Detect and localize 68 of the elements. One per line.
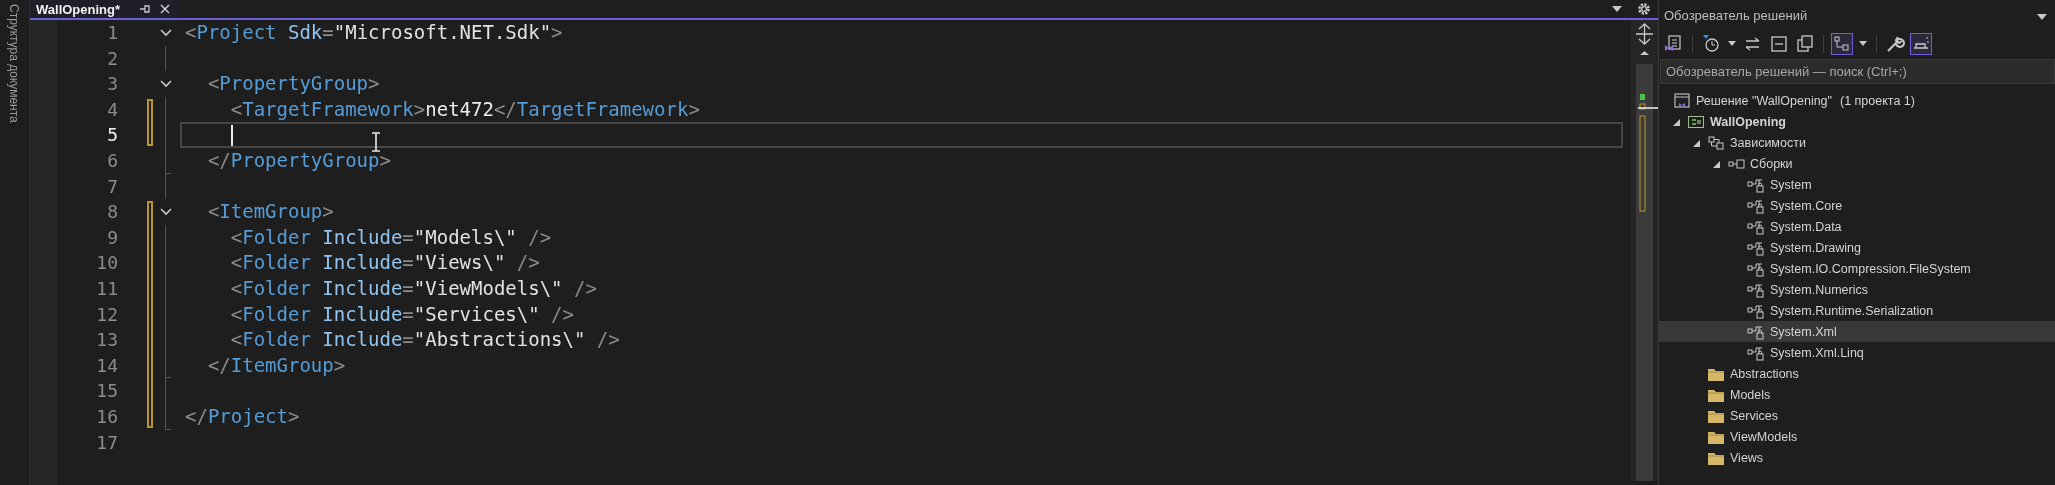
search-field[interactable]: Обозреватель решений — поиск (Ctrl+;) <box>1660 59 2055 84</box>
tree-item[interactable]: System.Drawing <box>1659 237 2055 258</box>
copy-button[interactable] <box>1794 32 1816 55</box>
line-number: 15 <box>95 379 118 404</box>
line-number: 1 <box>106 21 118 45</box>
scrollbar[interactable] <box>1631 20 1658 481</box>
tree-item[interactable]: System.Runtime.Serialization <box>1659 300 2055 321</box>
tree-item[interactable]: System.Xml <box>1659 321 2055 342</box>
collapse-chevron-icon[interactable] <box>159 79 173 89</box>
panel-title: Обозреватель решений <box>1664 7 1808 23</box>
code-line: <Folder Include="ViewModels\" /> <box>229 275 598 301</box>
tree-item[interactable]: System.Xml.Linq <box>1659 342 2055 363</box>
line-number: 9 <box>106 225 118 250</box>
code-line: <TargetFramework>net472</TargetFramework> <box>229 96 701 122</box>
tree-item[interactable]: WallOpening <box>1659 111 2055 132</box>
text-cursor-icon <box>371 132 381 152</box>
line-number: 13 <box>95 328 118 353</box>
tree-item[interactable]: Сборки <box>1659 153 2055 174</box>
code-line: <Project Sdk="Microsoft.NET.Sdk"> <box>184 20 564 45</box>
dropdown-caret-icon[interactable] <box>2037 14 2047 20</box>
dependencies-icon <box>1707 133 1725 152</box>
line-number: 14 <box>95 353 118 378</box>
line-number: 7 <box>106 174 118 199</box>
dropdown-caret-icon[interactable] <box>1859 41 1867 46</box>
tree-view-button[interactable] <box>1831 32 1853 55</box>
dropdown-caret-icon[interactable] <box>1612 6 1622 12</box>
line-number: 5 <box>106 123 118 148</box>
settings-icon[interactable] <box>1636 1 1652 17</box>
code-line: <Folder Include="Models\" /> <box>229 224 553 250</box>
tree-item[interactable]: System.IO.Compression.FileSystem <box>1659 258 2055 279</box>
dropdown-caret-icon[interactable] <box>1728 41 1736 46</box>
tree-item[interactable]: Models <box>1659 384 2055 405</box>
line-number: 16 <box>95 404 118 429</box>
line-number: 3 <box>106 72 118 97</box>
line-number: 4 <box>106 97 118 122</box>
pin-icon[interactable] <box>138 2 153 16</box>
line-number: 17 <box>95 430 118 455</box>
tree-item[interactable]: System.Numerics <box>1659 279 2055 300</box>
tree-item[interactable]: Зависимости <box>1659 132 2055 153</box>
line-number: 11 <box>95 276 118 301</box>
code-line: <Folder Include="Services\" /> <box>229 301 575 327</box>
line-number: 6 <box>106 148 118 173</box>
tree-item[interactable]: System.Core <box>1659 195 2055 216</box>
clock-filter-button[interactable] <box>1700 32 1722 55</box>
code-line: </ItemGroup> <box>206 352 347 378</box>
line-number: 12 <box>95 302 118 327</box>
tree-item[interactable]: Abstractions <box>1659 363 2055 384</box>
line-number: 2 <box>106 46 118 71</box>
solution-icon <box>1673 91 1691 110</box>
code-line: </PropertyGroup> <box>206 147 392 173</box>
code-line: <ItemGroup> <box>206 199 335 225</box>
code-line: <Folder Include="Abstractions\" /> <box>229 327 621 353</box>
line-number: 8 <box>106 200 118 225</box>
collapse-chevron-icon[interactable] <box>159 27 173 38</box>
editor-tab[interactable]: WallOpening* <box>30 0 181 18</box>
tree-item[interactable]: System <box>1659 174 2055 195</box>
tree-item[interactable]: Решение "WallOpening" (1 проекта 1) <box>1659 90 2055 111</box>
tree-item[interactable]: Views <box>1659 447 2055 468</box>
tree-item[interactable]: Services <box>1659 405 2055 426</box>
collapse-chevron-icon[interactable] <box>159 206 173 217</box>
code-line: </Project> <box>184 403 301 429</box>
side-panel-tab[interactable]: Структура документа <box>7 4 21 123</box>
preview-button[interactable] <box>1910 32 1932 55</box>
line-number: 10 <box>95 251 118 276</box>
tree-item[interactable]: System.Data <box>1659 216 2055 237</box>
code-line: <Folder Include="Views\" /> <box>229 250 541 276</box>
code-line: <PropertyGroup> <box>206 71 381 97</box>
tree-item[interactable]: ViewModels <box>1659 426 2055 447</box>
